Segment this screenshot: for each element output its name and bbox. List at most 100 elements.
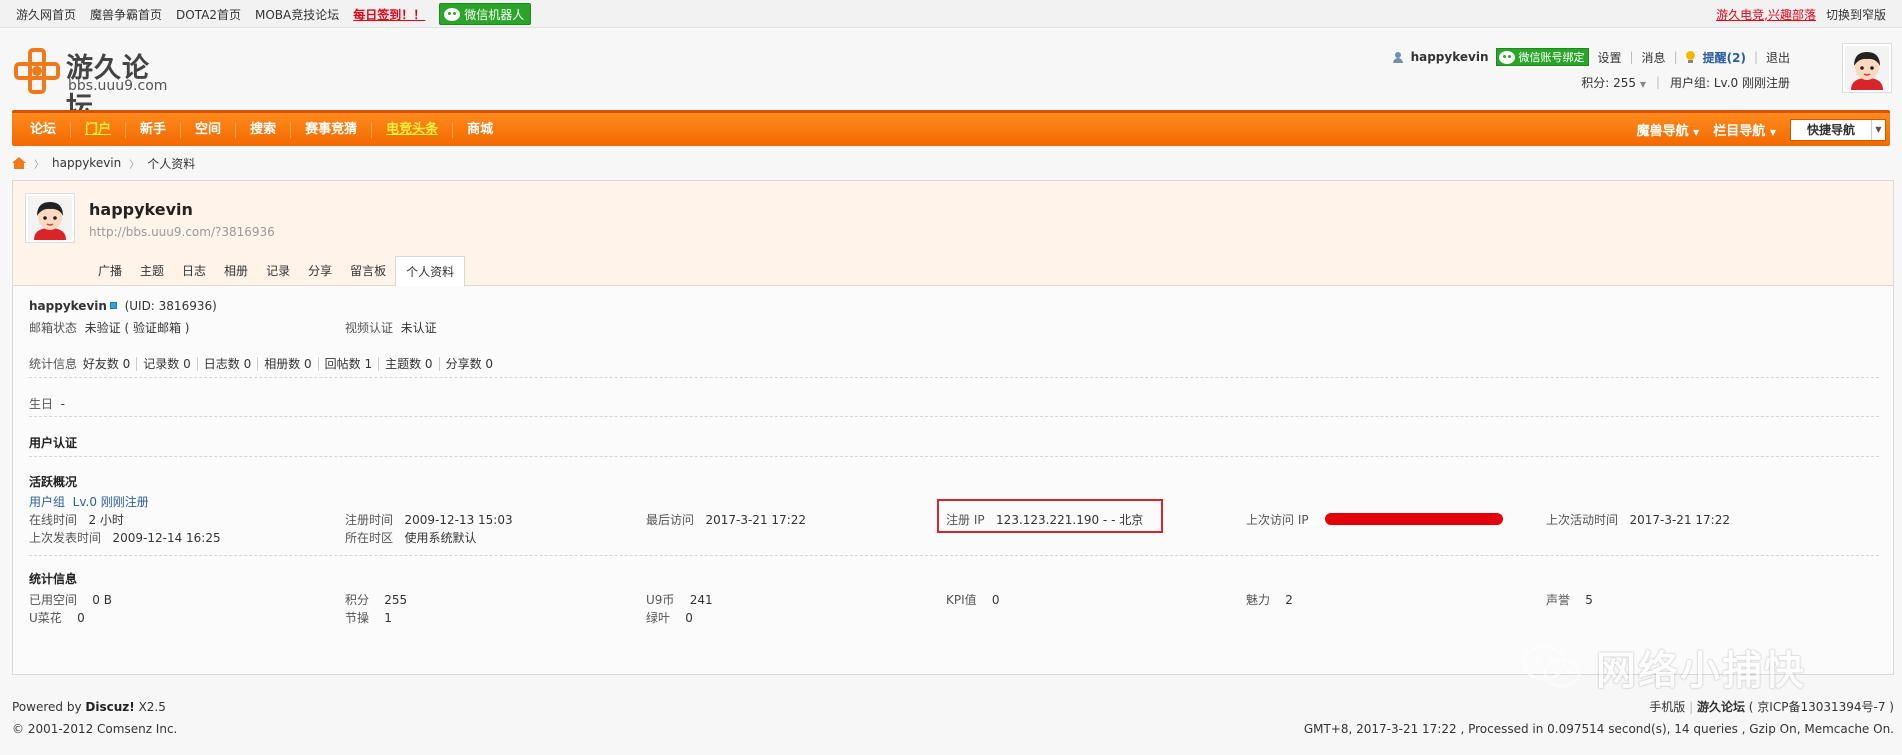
profile-url[interactable]: http://bbs.uuu9.com/?3816936 bbox=[89, 225, 275, 239]
profile-uid: (UID: 3816936) bbox=[124, 299, 217, 313]
space-label: 已用空间 bbox=[29, 593, 78, 607]
divider bbox=[29, 456, 1879, 457]
top-link-uuu9-home[interactable]: 游久网首页 bbox=[16, 6, 76, 23]
stat-replies[interactable]: 回帖数 1 bbox=[318, 357, 380, 371]
stat-threads[interactable]: 主题数 0 bbox=[379, 357, 440, 371]
email-status-label: 邮箱状态 bbox=[29, 321, 78, 335]
copyright: © 2001-2012 Comsenz Inc. bbox=[12, 722, 178, 736]
switch-width-link[interactable]: 切换到窄版 bbox=[1826, 6, 1886, 23]
nav-item-space[interactable]: 空间 bbox=[181, 121, 237, 138]
messages-link[interactable]: 消息 bbox=[1642, 49, 1666, 66]
tab-blog[interactable]: 日志 bbox=[173, 256, 215, 286]
nav-item-forum[interactable]: 论坛 bbox=[16, 121, 72, 138]
score-value: 255 bbox=[384, 593, 408, 607]
tab-share[interactable]: 分享 bbox=[299, 256, 341, 286]
chevron-down-icon[interactable]: ▼ bbox=[1871, 119, 1885, 140]
icp-link[interactable]: ( 京ICP备13031394号-7 ) bbox=[1749, 700, 1894, 714]
online-time-value: 2 小时 bbox=[88, 513, 124, 527]
profile-tabs: 广播 主题 日志 相册 记录 分享 留言板 个人资料 bbox=[89, 256, 466, 287]
stat-friends[interactable]: 好友数 0 bbox=[80, 357, 138, 371]
header-avatar[interactable] bbox=[1842, 43, 1892, 93]
home-icon[interactable] bbox=[12, 157, 26, 169]
wechat-icon bbox=[1499, 50, 1516, 64]
score-label: 积分 bbox=[345, 593, 370, 607]
discuz-link[interactable]: Discuz! bbox=[85, 700, 134, 714]
leaf-value: 0 bbox=[685, 611, 693, 625]
nav-item-portal[interactable]: 门户 bbox=[71, 121, 127, 138]
watermark-text: 网络小捕快 bbox=[1596, 648, 1806, 694]
profile-avatar[interactable] bbox=[25, 193, 75, 243]
profile-card: happykevin http://bbs.uuu9.com/?3816936 … bbox=[12, 180, 1894, 675]
settings-link[interactable]: 设置 bbox=[1597, 49, 1621, 66]
kpi-label: KPI值 bbox=[946, 593, 977, 607]
wechat-robot-label: 微信机器人 bbox=[464, 7, 525, 22]
divider bbox=[29, 377, 1879, 378]
redaction-mark bbox=[1325, 513, 1503, 525]
wechat-bind-button[interactable]: 微信账号绑定 bbox=[1496, 48, 1590, 66]
tab-broadcast[interactable]: 广播 bbox=[89, 256, 131, 286]
wechat-robot-button[interactable]: 微信机器人 bbox=[439, 3, 532, 25]
avatar-icon bbox=[1845, 46, 1889, 90]
fame-label: 声誉 bbox=[1546, 593, 1571, 607]
chevron-down-icon: ▼ bbox=[1769, 128, 1776, 137]
war3-nav-label: 魔兽导航 bbox=[1636, 124, 1689, 139]
tab-guestbook[interactable]: 留言板 bbox=[341, 256, 395, 286]
charm-value: 2 bbox=[1285, 593, 1293, 607]
top-link-war3-home[interactable]: 魔兽争霸首页 bbox=[90, 6, 162, 23]
user-icon bbox=[1392, 51, 1403, 63]
breadcrumb-user[interactable]: happykevin bbox=[52, 156, 121, 170]
notifications-link[interactable]: 提醒(2) bbox=[1703, 49, 1746, 66]
flower-label: U菜花 bbox=[29, 611, 62, 625]
footer-stats: GMT+8, 2017-3-21 17:22 , Processed in 0.… bbox=[1303, 722, 1894, 736]
esports-promo-link[interactable]: 游久电竞,兴趣部落 bbox=[1716, 6, 1816, 23]
top-link-dota2-home[interactable]: DOTA2首页 bbox=[176, 6, 241, 23]
nav-item-betting[interactable]: 赛事竞猜 bbox=[291, 121, 373, 138]
video-auth-value: 未认证 bbox=[400, 321, 437, 335]
site-name-link[interactable]: 游久论坛 bbox=[1697, 700, 1745, 714]
daily-signin-link[interactable]: 每日签到！！ bbox=[353, 6, 425, 23]
column-nav-dropdown[interactable]: 栏目导航 ▼ bbox=[1713, 120, 1776, 139]
uuu9-logo-icon bbox=[14, 48, 60, 94]
stat-records[interactable]: 记录数 0 bbox=[137, 357, 198, 371]
email-status-value[interactable]: 未验证 ( 验证邮箱 ) bbox=[85, 321, 190, 335]
main-nav: 论坛 门户 新手 空间 搜索 赛事竞猜 电竞头条 商城 魔兽导航 ▼ 栏目导航 … bbox=[12, 110, 1890, 146]
last-active-value: 2017-3-21 17:22 bbox=[1629, 513, 1730, 527]
nav-item-esports-headlines[interactable]: 电竞头条 bbox=[372, 121, 454, 138]
stat-shares[interactable]: 分享数 0 bbox=[440, 357, 499, 371]
discuz-version: X2.5 bbox=[138, 700, 166, 714]
group-value-link[interactable]: Lv.0 刚刚注册 bbox=[73, 495, 149, 509]
nav-item-search[interactable]: 搜索 bbox=[236, 121, 292, 138]
flower-value: 0 bbox=[77, 611, 85, 625]
tab-profile[interactable]: 个人资料 bbox=[395, 256, 466, 287]
reg-time-value: 2009-12-13 15:03 bbox=[404, 513, 513, 527]
quick-nav-button[interactable]: 快捷导航 ▼ bbox=[1789, 118, 1886, 141]
wechat-watermark-icon bbox=[1522, 645, 1581, 688]
header-username[interactable]: happykevin bbox=[1411, 50, 1489, 64]
top-link-moba-forum[interactable]: MOBA竞技论坛 bbox=[255, 6, 339, 23]
video-auth-label: 视频认证 bbox=[345, 321, 394, 335]
divider: | bbox=[1655, 75, 1661, 89]
jiecao-label: 节操 bbox=[345, 611, 370, 625]
site-logo[interactable]: 游久论坛 bbs.uuu9.com bbox=[14, 44, 174, 123]
stat-albums[interactable]: 相册数 0 bbox=[258, 357, 319, 371]
chevron-down-icon: ▼ bbox=[1639, 79, 1646, 89]
war3-nav-dropdown[interactable]: 魔兽导航 ▼ bbox=[1637, 120, 1700, 139]
tab-album[interactable]: 相册 bbox=[215, 256, 257, 286]
ip-highlight-box bbox=[937, 499, 1163, 533]
tab-records[interactable]: 记录 bbox=[257, 256, 299, 286]
nav-item-newbie[interactable]: 新手 bbox=[126, 121, 182, 138]
mobile-version-link[interactable]: 手机版 bbox=[1649, 700, 1685, 714]
jiecao-value: 1 bbox=[384, 611, 392, 625]
logout-link[interactable]: 退出 bbox=[1766, 49, 1790, 66]
stat-blogs[interactable]: 日志数 0 bbox=[197, 357, 259, 371]
chevron-right-icon: 〉 bbox=[34, 159, 44, 171]
timezone-value: 使用系统默认 bbox=[404, 531, 477, 545]
tab-threads[interactable]: 主题 bbox=[131, 256, 173, 286]
chevron-down-icon: ▼ bbox=[1693, 128, 1700, 137]
nav-item-mall[interactable]: 商城 bbox=[453, 122, 507, 138]
footer-left: Powered by Discuz! X2.5 © 2001-2012 Coms… bbox=[12, 696, 177, 740]
stats-row: 统计信息 好友数 0 记录数 0 日志数 0 相册数 0 回帖数 1 主题数 0 分享数 0 bbox=[29, 355, 499, 372]
online-status-icon bbox=[109, 302, 117, 309]
last-visit-label: 最后访问 bbox=[646, 513, 695, 527]
points-dropdown[interactable]: 积分: 255 ▼ bbox=[1581, 74, 1646, 91]
